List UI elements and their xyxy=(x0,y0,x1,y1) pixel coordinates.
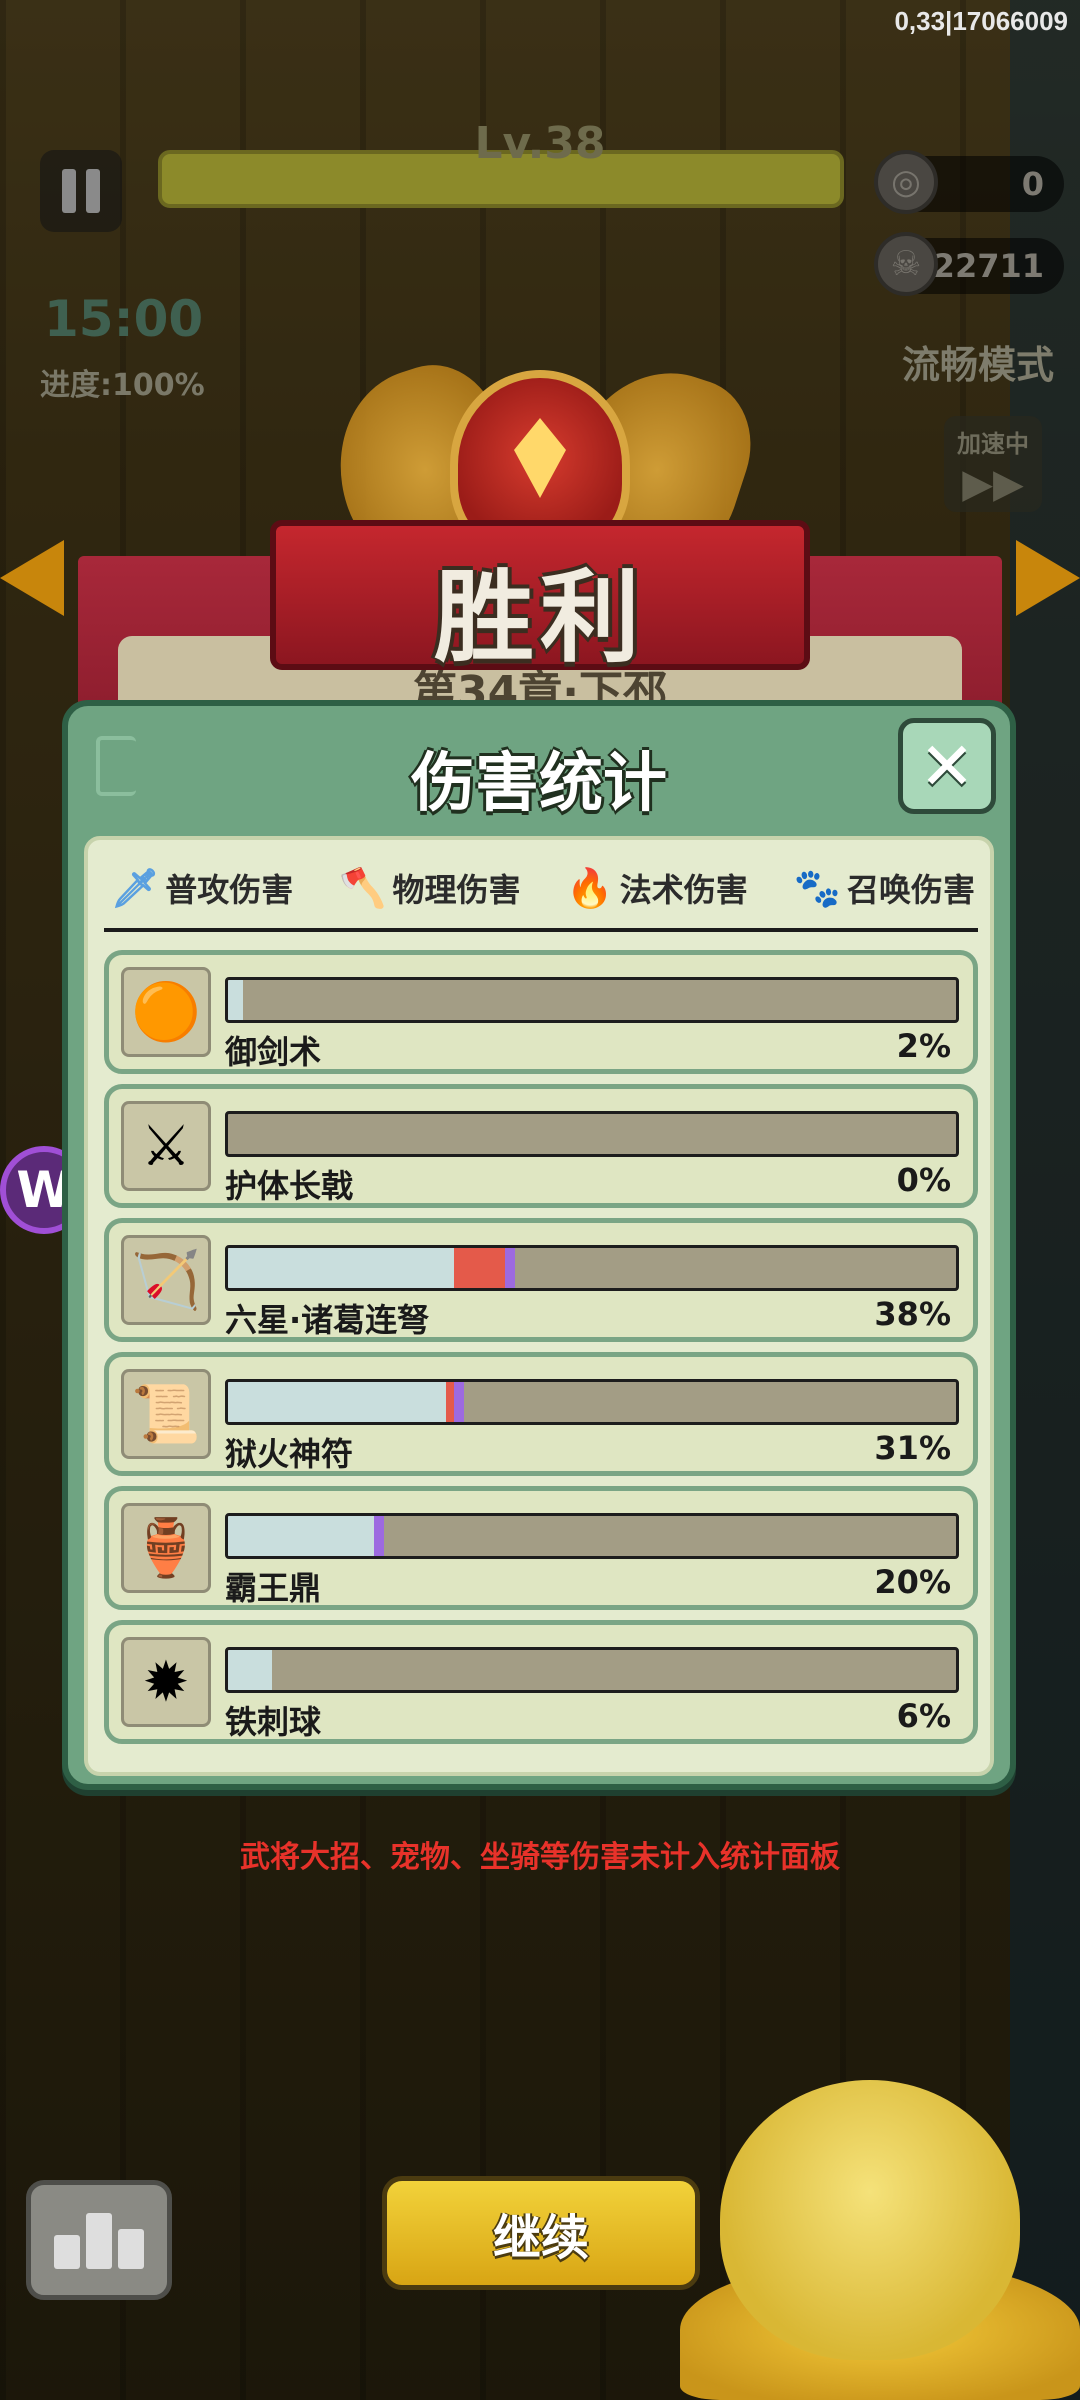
tab-magic[interactable]: 🔥 法术伤害 xyxy=(566,865,747,911)
banner-arrow-left-icon xyxy=(0,540,64,616)
damage-percent: 0% xyxy=(896,1161,951,1199)
skill-name: 铁刺球 xyxy=(225,1703,322,1741)
flying-sword-orb-icon: 🟠 xyxy=(121,967,211,1057)
damage-bar-bonus-segment xyxy=(504,1248,515,1288)
tabs-divider xyxy=(104,928,978,932)
damage-stats-panel: 伤害统计 ✕ 🗡 普攻伤害 🪓 物理伤害 🔥 法术伤害 🐾 召唤伤害 🟠 御剑术… xyxy=(62,700,1016,1790)
damage-row: 🟠 御剑术 2% xyxy=(104,950,978,1074)
debug-readout: 0,33|17066009 xyxy=(894,6,1068,36)
skill-name: 狱火神符 xyxy=(225,1435,354,1473)
damage-bar xyxy=(225,1111,959,1157)
continue-button[interactable]: 继续 xyxy=(382,2176,700,2290)
damage-bar-fill xyxy=(228,1650,272,1690)
panel-title: 伤害统计 xyxy=(411,747,667,821)
crossbow-icon: 🏹 xyxy=(121,1235,211,1325)
speed-up-button[interactable]: 加速中 ▶▶ xyxy=(944,416,1042,512)
fire-icon: 🔥 xyxy=(566,865,614,910)
damage-percent: 2% xyxy=(896,1027,951,1065)
kill-counter: ☠ 22711 xyxy=(874,232,1064,296)
damage-row: 📜 狱火神符 31% xyxy=(104,1352,978,1476)
close-button[interactable]: ✕ xyxy=(898,718,996,814)
skull-icon: ☠ xyxy=(874,232,938,296)
damage-row: 🏺 霸王鼎 20% xyxy=(104,1486,978,1610)
damage-bar-bonus-segment xyxy=(453,1382,464,1422)
damage-bar-fill xyxy=(228,1382,447,1422)
damage-bar xyxy=(225,1513,959,1559)
stage-progress: 进度:100% xyxy=(40,368,205,403)
victory-title: 胜利 xyxy=(434,559,646,676)
coin-icon: ◎ xyxy=(874,150,938,214)
damage-bar-fill xyxy=(228,1516,374,1556)
spiked-ball-icon: ✹ xyxy=(121,1637,211,1727)
tab-summon[interactable]: 🐾 召唤伤害 xyxy=(794,865,975,911)
damage-row: ⚔ 护体长戟 0% xyxy=(104,1084,978,1208)
damage-bar-crit-segment xyxy=(446,1382,454,1422)
damage-bar xyxy=(225,1245,959,1291)
damage-bar xyxy=(225,977,959,1023)
damage-type-tabs: 🗡 普攻伤害 🪓 物理伤害 🔥 法术伤害 🐾 召唤伤害 xyxy=(88,858,998,918)
damage-bar-crit-segment xyxy=(453,1248,505,1288)
skill-name: 霸王鼎 xyxy=(225,1569,322,1607)
tab-normal-attack[interactable]: 🗡 普攻伤害 xyxy=(111,865,293,911)
damage-bar-fill xyxy=(228,980,243,1020)
sword-icon: 🗡 xyxy=(110,865,160,910)
tab-physical[interactable]: 🪓 物理伤害 xyxy=(339,865,520,911)
damage-bar xyxy=(225,1647,959,1693)
damage-percent: 20% xyxy=(874,1563,951,1601)
panel-content: 🗡 普攻伤害 🪓 物理伤害 🔥 法术伤害 🐾 召唤伤害 🟠 御剑术 2% ⚔ 护体长戟 0… xyxy=(84,836,994,1776)
paw-icon: 🐾 xyxy=(793,865,841,910)
podium-icon xyxy=(54,2235,80,2269)
halberd-icon: ⚔ xyxy=(121,1101,211,1191)
coin-counter: ◎ 0 xyxy=(874,150,1064,214)
axe-icon: 🪓 xyxy=(339,865,387,910)
damage-percent: 6% xyxy=(896,1697,951,1735)
skill-name: 六星·诸葛连弩 xyxy=(225,1301,430,1339)
cauldron-icon: 🏺 xyxy=(121,1503,211,1593)
damage-bar xyxy=(225,1379,959,1425)
damage-percent: 38% xyxy=(874,1295,951,1333)
skill-name: 御剑术 xyxy=(225,1033,322,1071)
damage-bar-bonus-segment xyxy=(373,1516,384,1556)
stats-footnote: 武将大招、宠物、坐骑等伤害未计入统计面板 xyxy=(240,1840,840,1875)
ranking-button[interactable] xyxy=(26,2180,172,2300)
pause-icon xyxy=(62,169,76,213)
damage-list: 🟠 御剑术 2% ⚔ 护体长戟 0% 🏹 六星·诸葛连弩 38% 📜 狱火神符 31% 🏺 霸王鼎 20% ✹… xyxy=(104,950,978,1754)
damage-row: ✹ 铁刺球 6% xyxy=(104,1620,978,1744)
golden-toad-icon xyxy=(720,2080,1020,2360)
fast-forward-icon: ▶▶ xyxy=(962,461,1024,507)
talisman-icon: 📜 xyxy=(121,1369,211,1459)
banner-arrow-right-icon xyxy=(1016,540,1080,616)
damage-row: 🏹 六星·诸葛连弩 38% xyxy=(104,1218,978,1342)
damage-percent: 31% xyxy=(874,1429,951,1467)
skill-name: 护体长戟 xyxy=(225,1167,354,1205)
mode-label[interactable]: 流畅模式 xyxy=(902,334,1054,389)
damage-bar-fill xyxy=(228,1248,454,1288)
stage-timer: 15:00 xyxy=(44,290,204,348)
